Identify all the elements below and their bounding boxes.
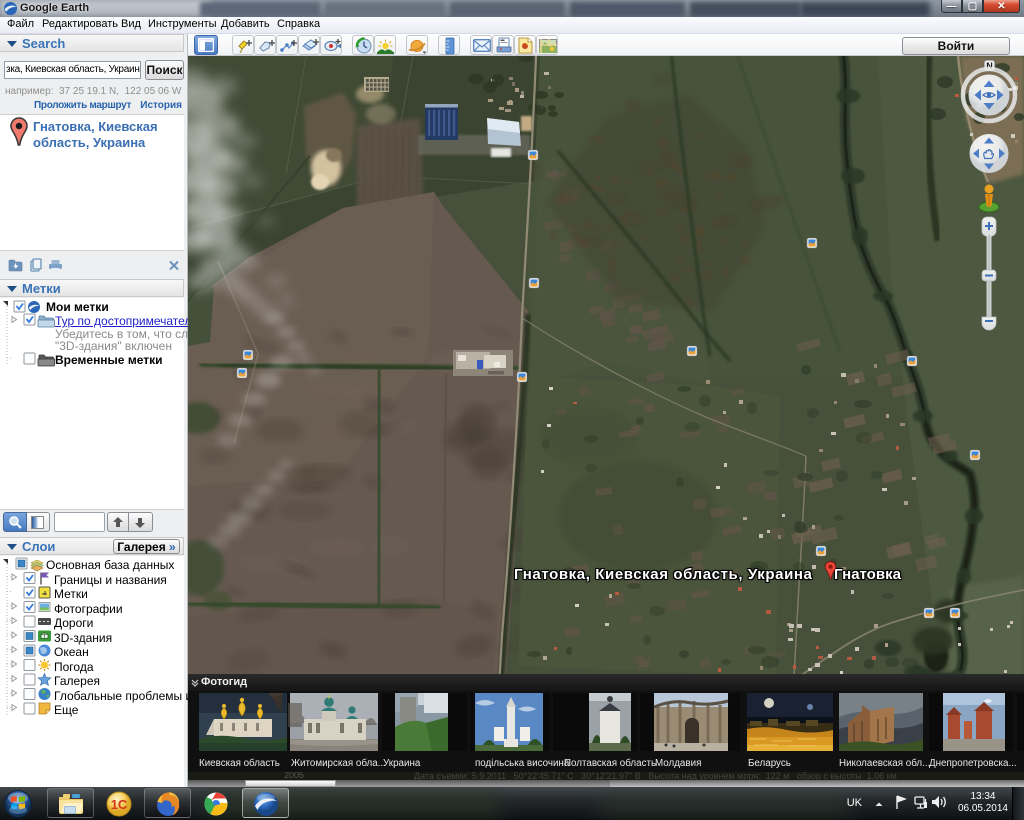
svg-text:1С: 1С xyxy=(111,797,128,812)
